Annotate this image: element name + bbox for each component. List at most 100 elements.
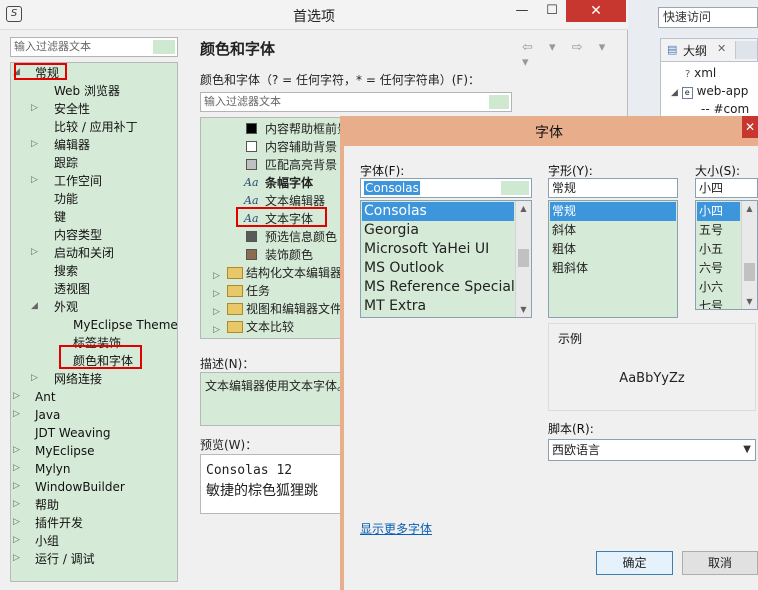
tree-item[interactable]: 工作空间 — [54, 172, 102, 190]
close-button[interactable]: ✕ — [566, 0, 626, 22]
collapsed-twisty-icon[interactable]: ▷ — [213, 321, 220, 338]
nav-arrows-icon[interactable]: ⇦ ▾ ⇨ ▾ ▾ — [522, 40, 627, 70]
ok-button[interactable]: 确定 — [596, 551, 673, 575]
collapsed-twisty-icon[interactable]: ▷ — [31, 373, 38, 383]
tree-item[interactable]: MyEclipse — [35, 442, 95, 460]
style-list[interactable]: 常规 斜体 粗体 粗斜体 — [548, 200, 678, 318]
size-list[interactable]: 小四五号小五六号小六七号八号▲▼ — [695, 200, 758, 310]
tree-item[interactable]: 透视图 — [54, 280, 90, 298]
tab-overflow[interactable] — [735, 41, 757, 59]
list-option[interactable]: Consolas — [362, 202, 514, 221]
filter-clear-icon[interactable] — [153, 40, 175, 54]
tree-item[interactable]: 比较 / 应用补丁 — [54, 118, 138, 136]
tree-item[interactable]: Mylyn — [35, 460, 71, 478]
list-option[interactable]: 粗体 — [550, 240, 676, 259]
collapsed-twisty-icon[interactable]: ▷ — [13, 535, 20, 545]
list-option[interactable]: MS Reference Specialt — [362, 278, 520, 297]
color-font-item[interactable]: 内容帮助框前景 — [201, 120, 349, 138]
tree-item[interactable]: 内容类型 — [54, 226, 102, 244]
list-option[interactable]: MT Extra — [362, 297, 514, 316]
show-more-fonts-link[interactable]: 显示更多字体 — [360, 520, 432, 537]
script-select[interactable]: 西欧语言 ▼ — [548, 439, 756, 461]
tree-item[interactable]: 功能 — [54, 190, 78, 208]
scroll-thumb[interactable] — [518, 249, 529, 267]
minimize-button[interactable]: — — [507, 0, 537, 22]
collapsed-twisty-icon[interactable]: ▷ — [13, 517, 20, 527]
list-option[interactable]: Microsoft YaHei UI — [362, 240, 514, 259]
tree-item[interactable]: 跟踪 — [54, 154, 78, 172]
list-option[interactable]: 小五 — [697, 240, 740, 259]
tree-item[interactable]: 小组 — [35, 532, 59, 550]
list-option[interactable]: MS Outlook — [362, 259, 514, 278]
tree-item[interactable]: Ant — [35, 388, 56, 406]
list-option[interactable]: 小四 — [697, 202, 740, 221]
scroll-down-icon[interactable]: ▼ — [742, 297, 757, 306]
tree-item[interactable]: 编辑器 — [54, 136, 90, 154]
list-option[interactable]: 七号 — [697, 297, 740, 309]
color-font-item[interactable]: 装饰颜色 — [201, 246, 349, 264]
scroll-up-icon[interactable]: ▲ — [516, 204, 531, 213]
collapsed-twisty-icon[interactable]: ▷ — [31, 175, 38, 185]
collapsed-twisty-icon[interactable]: ▷ — [13, 391, 20, 401]
tab-outline[interactable]: 大纲 — [683, 42, 707, 59]
color-font-item[interactable]: 内容辅助背景 — [201, 138, 349, 156]
scrollbar[interactable]: ▲ ▼ — [741, 201, 757, 309]
outline-item[interactable]: ? xml — [685, 66, 716, 80]
scroll-up-icon[interactable]: ▲ — [742, 204, 757, 213]
collapsed-twisty-icon[interactable]: ▷ — [13, 445, 20, 455]
color-font-item[interactable]: ▷ 结构化文本编辑器 — [201, 264, 349, 282]
cancel-button[interactable]: 取消 — [682, 551, 758, 575]
tree-item[interactable]: 运行 / 调试 — [35, 550, 95, 568]
font-list[interactable]: Consolas Georgia Microsoft YaHei UI MS Outl… — [360, 200, 532, 318]
list-option[interactable]: 粗斜体 — [550, 259, 676, 278]
expanded-twisty-icon[interactable]: ◢ — [31, 301, 38, 311]
scrollbar[interactable]: ▲ ▼ — [515, 201, 531, 317]
style-input[interactable]: 常规 — [548, 178, 678, 198]
outline-item[interactable]: -- #com — [701, 102, 749, 116]
color-font-item[interactable]: Aa 条幅字体 — [201, 174, 349, 192]
font-name-input[interactable]: Consolas — [360, 178, 532, 198]
collapsed-twisty-icon[interactable]: ▷ — [31, 247, 38, 257]
collapsed-twisty-icon[interactable]: ▷ — [13, 463, 20, 473]
outline-item[interactable]: ◢ e web-app — [671, 84, 748, 99]
font-dialog-close-button[interactable]: ✕ — [742, 116, 758, 138]
collapsed-twisty-icon[interactable]: ▷ — [13, 481, 20, 491]
collapsed-twisty-icon[interactable]: ▷ — [13, 409, 20, 419]
color-font-item[interactable]: ▷ 视图和编辑器文件 — [201, 300, 349, 318]
tree-item[interactable]: JDT Weaving — [35, 424, 110, 442]
color-font-item[interactable]: 预选信息颜色 — [201, 228, 349, 246]
tree-item[interactable]: 搜索 — [54, 262, 78, 280]
tree-item[interactable]: 键 — [54, 208, 66, 226]
list-option[interactable]: 小六 — [697, 278, 740, 297]
list-option[interactable]: 六号 — [697, 259, 740, 278]
collapse-icon[interactable]: ◢ — [671, 88, 678, 98]
color-font-item[interactable]: ▷ 文本比较 — [201, 318, 349, 338]
collapsed-twisty-icon[interactable]: ▷ — [31, 103, 38, 113]
collapsed-twisty-icon[interactable]: ▷ — [13, 553, 20, 563]
right-filter-input[interactable]: 输入过滤器文本 — [200, 92, 512, 112]
tree-item[interactable]: 安全性 — [54, 100, 90, 118]
tab-close-icon[interactable]: ✕ — [717, 42, 726, 55]
collapsed-twisty-icon[interactable]: ▷ — [13, 499, 20, 509]
scroll-thumb[interactable] — [744, 263, 755, 281]
tree-item[interactable]: WindowBuilder — [35, 478, 125, 496]
filter-clear-icon[interactable] — [489, 95, 509, 109]
quick-access-input[interactable]: 快速访问 — [658, 7, 758, 28]
left-filter-input[interactable]: 输入过滤器文本 — [10, 37, 178, 57]
tree-item[interactable]: Web 浏览器 — [54, 82, 120, 100]
tree-item[interactable]: 插件开发 — [35, 514, 83, 532]
tree-item[interactable]: 外观 — [54, 298, 78, 316]
tree-item[interactable]: MyEclipse Theme — [73, 316, 178, 334]
color-font-item[interactable]: ▷ 任务 — [201, 282, 349, 300]
list-option[interactable]: 斜体 — [550, 221, 676, 240]
tree-item[interactable]: Java — [35, 406, 60, 424]
list-option[interactable]: 五号 — [697, 221, 740, 240]
list-option[interactable]: Georgia — [362, 221, 514, 240]
color-font-item[interactable]: 匹配高亮背景 — [201, 156, 349, 174]
tree-item[interactable]: 网络连接 — [54, 370, 102, 388]
size-input[interactable]: 小四 — [695, 178, 758, 198]
collapsed-twisty-icon[interactable]: ▷ — [31, 139, 38, 149]
maximize-button[interactable]: ☐ — [537, 0, 567, 22]
tree-item[interactable]: 帮助 — [35, 496, 59, 514]
scroll-down-icon[interactable]: ▼ — [516, 305, 531, 314]
